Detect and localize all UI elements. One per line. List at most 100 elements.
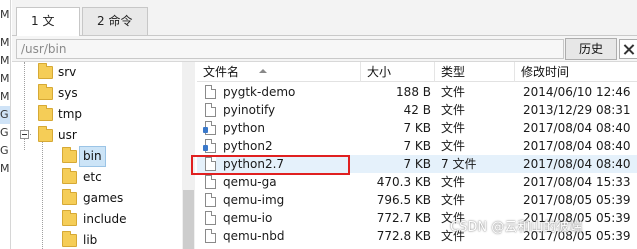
file-icon xyxy=(205,211,216,225)
gutter-label: M xyxy=(0,90,10,103)
file-icon xyxy=(205,193,216,207)
tree-item[interactable]: usr xyxy=(12,125,192,146)
history-button[interactable]: 历史 xyxy=(565,38,617,60)
tree-item[interactable]: lib xyxy=(12,230,192,249)
python-file-icon xyxy=(203,121,216,135)
file-name: python xyxy=(223,121,265,135)
file-size: 7 KB xyxy=(403,157,431,171)
tree-item-label: include xyxy=(83,212,127,226)
folder-icon xyxy=(38,84,53,100)
column-header-name-label: 文件名 xyxy=(203,65,240,79)
folder-icon xyxy=(62,147,77,163)
file-type: 文件 xyxy=(441,193,466,207)
tree-item[interactable]: sys xyxy=(12,83,192,104)
table-row[interactable]: pyinotify 42 B 文件 2013/12/29 08:31 xyxy=(197,101,637,119)
file-size: 7 KB xyxy=(403,121,431,135)
gutter-label: M xyxy=(0,72,10,85)
table-row[interactable]: python 7 KB 文件 2017/08/04 08:40 xyxy=(197,119,637,137)
file-type: 文件 xyxy=(441,121,466,135)
folder-icon xyxy=(38,126,53,142)
file-type: 7 文件 xyxy=(441,157,477,171)
tab-commands[interactable]: 2 命令 xyxy=(82,7,148,35)
folder-icon xyxy=(62,231,77,247)
column-header-size[interactable]: 大小 xyxy=(361,62,435,82)
file-name: qemu-io xyxy=(223,211,273,225)
path-input[interactable]: /usr/bin xyxy=(16,39,564,59)
file-modified: 2013/12/29 08:31 xyxy=(523,103,631,117)
file-name: pygtk-demo xyxy=(223,85,296,99)
file-size: 772.8 KB xyxy=(376,229,431,243)
file-size: 470.3 KB xyxy=(376,175,431,189)
column-header-name[interactable]: 文件名 xyxy=(197,62,361,82)
file-name: pyinotify xyxy=(223,103,276,117)
folder-icon xyxy=(38,105,53,121)
file-modified: 2017/08/04 15:33 xyxy=(523,175,631,189)
tree-item-label: sys xyxy=(58,86,78,100)
file-modified: 2014/06/10 12:46 xyxy=(523,85,631,99)
file-icon xyxy=(205,229,216,243)
tree-item-selected[interactable]: bin xyxy=(12,146,192,167)
file-size: 42 B xyxy=(403,103,431,117)
table-row[interactable]: qemu-ga 470.3 KB 文件 2017/08/04 15:33 xyxy=(197,173,637,191)
tree-item-label: bin xyxy=(79,146,106,167)
red-highlight-box xyxy=(191,155,350,175)
tree-scrollbar-thumb[interactable] xyxy=(183,190,194,249)
file-size: 188 B xyxy=(396,85,431,99)
close-icon[interactable] xyxy=(619,39,637,59)
folder-icon xyxy=(62,210,77,226)
tree-item[interactable]: srv xyxy=(12,62,192,83)
file-name: qemu-img xyxy=(223,193,285,207)
file-modified: 2017/08/04 08:40 xyxy=(523,157,631,171)
column-header-type[interactable]: 类型 xyxy=(435,62,515,82)
table-row[interactable]: pygtk-demo 188 B 文件 2014/06/10 12:46 xyxy=(197,83,637,101)
gutter-label: G xyxy=(0,126,9,139)
tree-item-label: etc xyxy=(83,170,102,184)
file-name: qemu-ga xyxy=(223,175,277,189)
watermark: CSDN @云和山的彼端 xyxy=(450,220,583,235)
folder-icon xyxy=(38,63,53,79)
folder-icon xyxy=(62,168,77,184)
tree-item-label: lib xyxy=(83,233,98,247)
gutter-label: M xyxy=(0,36,10,49)
folder-icon xyxy=(62,189,77,205)
left-gutter-strip: M M M M M G G G M xyxy=(0,0,11,249)
file-size: 796.5 KB xyxy=(376,193,431,207)
file-modified: 2017/08/05 05:39 xyxy=(523,193,631,207)
tree-item-label: tmp xyxy=(58,107,83,121)
table-row[interactable]: python2 7 KB 文件 2017/08/04 08:40 xyxy=(197,137,637,155)
sort-ascending-icon xyxy=(259,69,267,73)
file-modified: 2017/08/04 08:40 xyxy=(523,139,631,153)
file-list-header: 文件名 大小 类型 修改时间 xyxy=(197,62,637,82)
file-type: 文件 xyxy=(441,85,466,99)
table-row[interactable]: qemu-img 796.5 KB 文件 2017/08/05 05:39 xyxy=(197,191,637,209)
file-icon xyxy=(205,103,216,117)
file-name: python2 xyxy=(223,139,273,153)
tree-item-label: games xyxy=(83,191,124,205)
python-file-icon xyxy=(203,139,216,153)
tree-item[interactable]: etc xyxy=(12,167,192,188)
gutter-label: M xyxy=(0,8,10,21)
file-size: 772.7 KB xyxy=(376,211,431,225)
file-name: qemu-nbd xyxy=(223,229,285,243)
file-type: 文件 xyxy=(441,175,466,189)
gutter-label: G xyxy=(0,106,10,124)
column-header-modified[interactable]: 修改时间 xyxy=(515,62,637,82)
tab-bar: 1 文件 2 命令 xyxy=(12,0,637,54)
tree-item[interactable]: games xyxy=(12,188,192,209)
tree-item[interactable]: tmp xyxy=(12,104,192,125)
tree-item[interactable]: include xyxy=(12,209,192,230)
file-icon xyxy=(205,85,216,99)
gutter-label: M xyxy=(0,162,10,175)
file-type: 文件 xyxy=(441,103,466,117)
file-icon xyxy=(205,175,216,189)
tree-item-label: usr xyxy=(58,128,77,142)
file-type: 文件 xyxy=(441,139,466,153)
gutter-label: G xyxy=(0,144,9,157)
path-bar: /usr/bin 历史 xyxy=(12,36,637,62)
tab-files[interactable]: 1 文件 xyxy=(16,7,80,54)
file-size: 7 KB xyxy=(403,139,431,153)
file-modified: 2017/08/04 08:40 xyxy=(523,121,631,135)
directory-tree: srv sys tmp usr bin etc games include li… xyxy=(12,62,194,249)
gutter-label: M xyxy=(0,54,10,67)
tree-item-label: srv xyxy=(58,65,77,79)
